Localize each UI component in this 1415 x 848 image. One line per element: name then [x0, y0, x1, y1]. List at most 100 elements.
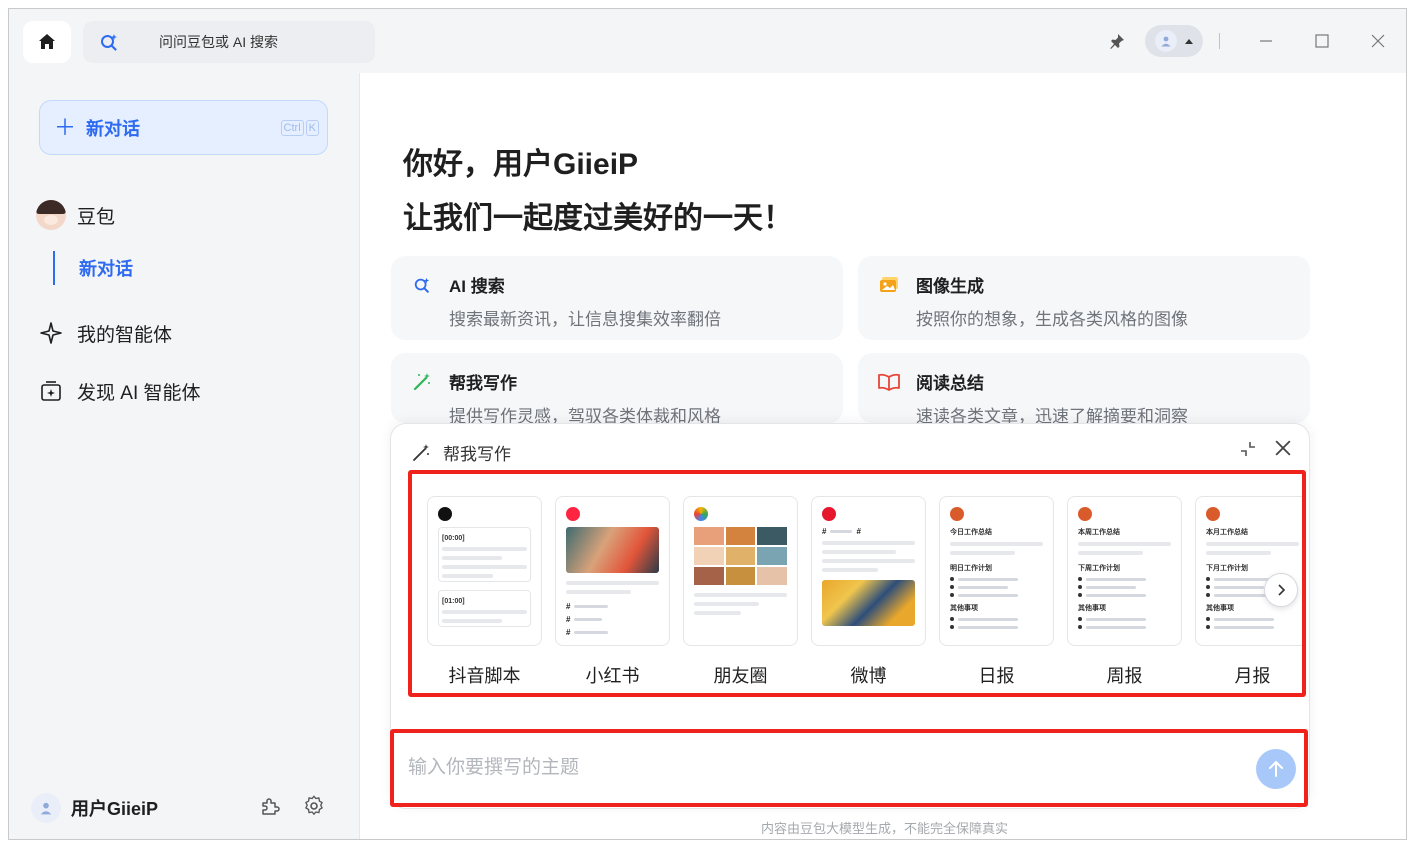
- account-menu-button[interactable]: [1145, 25, 1203, 57]
- sparkle-icon: [35, 317, 67, 349]
- magic-pen-icon: [411, 443, 433, 463]
- template-label: 周报: [1106, 666, 1143, 686]
- template-label: 抖音脚本: [448, 666, 521, 686]
- minimize-button[interactable]: [1238, 21, 1294, 61]
- close-window-button[interactable]: [1350, 21, 1406, 61]
- template-douyin-script[interactable]: [00:00] [01:00] 抖音脚本: [427, 496, 542, 688]
- card-title: AI 搜索: [449, 277, 505, 296]
- minimize-icon: [1260, 40, 1272, 42]
- card-reading-summary[interactable]: 阅读总结 速读各类文章，迅速了解摘要和洞察: [858, 353, 1310, 426]
- send-button[interactable]: [1256, 749, 1296, 789]
- collapse-icon: [1241, 442, 1255, 456]
- maximize-button[interactable]: [1294, 21, 1350, 61]
- template-label: 月报: [1234, 666, 1271, 686]
- template-carousel: [00:00] [01:00] 抖音脚本 # # # 小红书 朋友圈 # # 微…: [408, 470, 1306, 697]
- writing-panel: 帮我写作 [00:00] [01:00] 抖音脚本 # # # 小红书 朋友圈 …: [390, 423, 1310, 809]
- puzzle-icon: [262, 798, 280, 815]
- pin-button[interactable]: [1099, 33, 1135, 49]
- section-heading: 其他事项: [950, 605, 978, 612]
- template-thumbnail: [683, 496, 798, 646]
- new-chat-button[interactable]: ＋ 新对话 Ctrl K: [39, 100, 328, 155]
- ai-search-icon: [411, 274, 433, 296]
- template-thumbnail: 今日工作总结 明日工作计划 其他事项: [939, 496, 1054, 646]
- section-heading: 今日工作总结: [950, 529, 992, 536]
- card-description: 搜索最新资讯，让信息搜集效率翻倍: [449, 310, 721, 329]
- greeting-title: 你好，用户GiieiP: [403, 148, 639, 181]
- plus-icon: ＋: [54, 114, 77, 140]
- sidebar-item-label: 发现 AI 智能体: [77, 382, 201, 404]
- user-profile[interactable]: 用户GiieiP: [31, 793, 158, 823]
- sidebar-item-label: 新对话: [79, 259, 133, 279]
- template-xiaohongshu[interactable]: # # # 小红书: [555, 496, 670, 688]
- template-thumbnail: # # #: [555, 496, 670, 646]
- card-image-generation[interactable]: 图像生成 按照你的想象，生成各类风格的图像: [858, 256, 1310, 340]
- card-writing[interactable]: 帮我写作 提供写作灵感，驾驭各类体裁和风格: [391, 353, 843, 426]
- doubao-avatar: [36, 200, 66, 230]
- title-bar: 问问豆包或 AI 搜索: [9, 9, 1406, 73]
- carousel-next-button[interactable]: [1264, 573, 1298, 607]
- card-title: 图像生成: [916, 277, 984, 296]
- card-title: 阅读总结: [916, 374, 984, 393]
- template-label: 微博: [850, 666, 887, 686]
- sidebar-item-discover-agents[interactable]: 发现 AI 智能体: [35, 375, 201, 407]
- section-heading: 下月工作计划: [1206, 565, 1248, 572]
- collapse-panel-button[interactable]: [1239, 440, 1257, 463]
- sidebar-item-doubao[interactable]: 豆包: [35, 199, 115, 231]
- sample-image: [566, 527, 659, 573]
- new-chat-label: 新对话: [86, 118, 141, 139]
- magic-pen-icon: [411, 371, 433, 393]
- book-icon: [878, 371, 900, 393]
- search-placeholder: 问问豆包或 AI 搜索: [159, 34, 279, 50]
- maximize-icon: [1315, 34, 1329, 48]
- topic-input[interactable]: [408, 753, 1228, 783]
- template-label: 小红书: [585, 666, 640, 686]
- template-weibo[interactable]: # # 微博: [811, 496, 926, 688]
- pin-icon: [1110, 34, 1124, 49]
- moments-logo-icon: [694, 507, 708, 521]
- section-heading: 明日工作计划: [950, 565, 992, 572]
- section-heading: 本月工作总结: [1206, 529, 1248, 536]
- sample-image: [822, 580, 915, 626]
- shortcut-key-k: K: [305, 120, 319, 136]
- disclaimer: 内容由豆包大模型生成，不能完全保障真实: [760, 821, 1008, 836]
- avatar: [31, 793, 61, 823]
- shortcut-hint: Ctrl K: [280, 120, 319, 136]
- timestamp-label: [01:00]: [442, 598, 465, 605]
- calendar-icon: [950, 507, 964, 521]
- template-thumbnail: 本月工作总结 下月工作计划 其他事项: [1195, 496, 1302, 646]
- avatar: [1154, 30, 1177, 52]
- sample-image-grid: [694, 527, 787, 585]
- app-window: 问问豆包或 AI 搜索 ＋ 新对话 Ctrl K 豆包 新对话 我的智能体 发现…: [8, 8, 1407, 840]
- card-ai-search[interactable]: AI 搜索 搜索最新资讯，让信息搜集效率翻倍: [391, 256, 843, 340]
- sidebar-item-label: 豆包: [77, 206, 116, 228]
- gear-icon: [305, 795, 323, 815]
- template-weekly-report[interactable]: 本周工作总结 下周工作计划 其他事项 周报: [1067, 496, 1182, 688]
- template-moments[interactable]: 朋友圈: [683, 496, 798, 688]
- search-bar[interactable]: 问问豆包或 AI 搜索: [83, 21, 375, 63]
- timestamp-label: [00:00]: [442, 535, 465, 542]
- panel-title: 帮我写作: [443, 445, 511, 464]
- close-panel-button[interactable]: [1275, 440, 1291, 463]
- sidebar-item-current-chat[interactable]: 新对话: [53, 251, 133, 285]
- home-icon: [39, 34, 55, 49]
- card-description: 按照你的想象，生成各类风格的图像: [916, 310, 1188, 329]
- sidebar-item-my-agents[interactable]: 我的智能体: [35, 317, 172, 349]
- home-button[interactable]: [23, 21, 71, 63]
- template-label: 朋友圈: [713, 666, 768, 686]
- close-icon: [1275, 440, 1291, 456]
- image-icon: [878, 274, 900, 296]
- template-label: 日报: [978, 666, 1015, 686]
- shortcut-key-ctrl: Ctrl: [280, 120, 304, 136]
- discover-icon: [35, 375, 67, 407]
- user-name: 用户GiieiP: [71, 799, 159, 819]
- template-daily-report[interactable]: 今日工作总结 明日工作计划 其他事项 日报: [939, 496, 1054, 688]
- sidebar: ＋ 新对话 Ctrl K 豆包 新对话 我的智能体 发现 AI 智能体 用户Gi…: [9, 73, 359, 839]
- template-thumbnail: [00:00] [01:00]: [427, 496, 542, 646]
- xiaohongshu-logo-icon: [566, 507, 580, 521]
- plugin-button[interactable]: [259, 795, 281, 822]
- topic-input-box: [390, 729, 1308, 807]
- settings-button[interactable]: [303, 795, 325, 822]
- section-heading: 本周工作总结: [1078, 529, 1120, 536]
- divider: [1219, 33, 1220, 49]
- section-heading: 下周工作计划: [1078, 565, 1120, 572]
